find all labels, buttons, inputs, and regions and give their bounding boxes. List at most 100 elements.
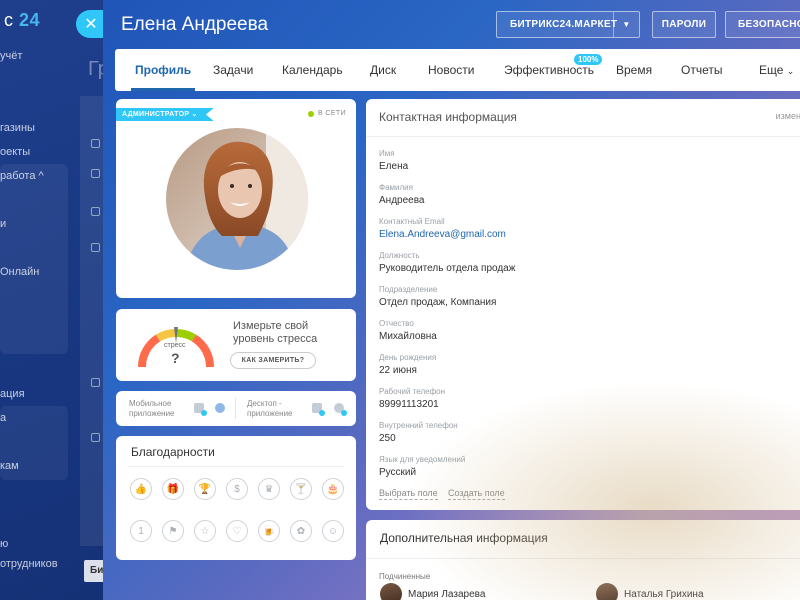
smile-icon[interactable]: ☺ [322,520,344,542]
flag-icon[interactable]: ⚑ [162,520,184,542]
sidebar-item[interactable]: учёт [0,50,22,62]
sidebar-item[interactable]: ация [0,388,25,400]
extra-title: Дополнительная информация [380,531,548,545]
subordinates-label: Подчиненные [379,572,431,581]
edit-contact-link[interactable]: измени [776,111,800,121]
field-value: Руководитель отдела продаж [379,263,516,274]
cup-icon[interactable]: 🏆 [194,478,216,500]
market-button[interactable]: БИТРИКС24.МАРКЕТ ▼ [496,11,640,38]
thumbs-up-icon[interactable]: 👍 [130,478,152,500]
crown-icon[interactable]: ♛ [258,478,280,500]
security-button[interactable]: БЕЗОПАСНОСТЬ [725,11,800,38]
windows-icon[interactable] [312,403,325,416]
field-label: Подразделение [379,285,438,294]
tab-reports[interactable]: Отчеты [681,49,722,91]
app-label: Мобильное [129,399,172,408]
thanks-card: Благодарности 👍 🎁 🏆 $ ♛ 🍸 🎂 1 ⚑ ☆ ♡ 🍺 ✿ … [116,436,356,560]
field-value: Отдел продаж, Компания [379,297,497,308]
chevron-down-icon[interactable]: ▼ [613,12,639,37]
sidebar-item[interactable]: оекты [0,146,30,158]
passwords-button[interactable]: ПАРОЛИ [652,11,716,38]
field-label: Имя [379,149,395,158]
role-label: АДМИНИСТРАТОР [122,111,190,118]
divider [366,558,800,559]
row-checkbox[interactable] [91,433,100,442]
avatar[interactable] [166,128,308,270]
appstore-icon[interactable] [215,403,225,413]
app-label: Десктоп - [247,399,282,408]
email-link[interactable]: Elena.Andreeva@gmail.com [379,229,506,240]
tab-label: Диск [370,63,397,77]
sidebar-group [0,164,68,354]
tab-tasks[interactable]: Задачи [213,49,253,91]
contact-title: Контактная информация [379,110,517,124]
row-checkbox[interactable] [91,378,100,387]
sidebar-item[interactable]: газины [0,122,35,134]
money-icon[interactable]: $ [226,478,248,500]
mobile-app-link[interactable]: Мобильное приложение [129,399,175,419]
measure-stress-button[interactable]: КАК ЗАМЕРИТЬ? [230,352,316,369]
sidebar-item[interactable]: кам [0,460,19,472]
role-badge[interactable]: АДМИНИСТРАТОР ⌄ [116,108,214,121]
stress-prompt-line: Измерьте свой [233,320,309,332]
online-status: В СЕТИ [307,110,346,117]
tab-calendar[interactable]: Календарь [282,49,343,91]
avatar-card: АДМИНИСТРАТОР ⌄ В СЕТИ [116,99,356,298]
tab-more[interactable]: Еще ⌄ [759,49,794,91]
portal-sidebar: учёт газины оекты работа ^ и Онлайн ация… [0,0,80,600]
flower-icon[interactable]: ✿ [290,520,312,542]
tab-label: Эффективность [504,63,595,77]
subordinate-name: Мария Лазарева [408,588,486,600]
online-dot-icon [307,110,314,117]
divider [128,466,344,467]
row-checkbox[interactable] [91,243,100,252]
desktop-app-link[interactable]: Десктоп - приложение [247,399,293,419]
field-value: Русский [379,467,417,478]
apple-icon[interactable] [334,403,347,416]
profile-slider: Елена Андреева БИТРИКС24.МАРКЕТ ▼ ПАРОЛИ… [103,0,800,600]
field-label: Язык для уведомлений [379,455,466,464]
tab-label: Задачи [213,63,254,77]
beer-icon[interactable]: 🍺 [258,520,280,542]
row-checkbox[interactable] [91,139,100,148]
choose-field-link[interactable]: Выбрать поле [379,488,438,500]
star-icon[interactable]: ☆ [194,520,216,542]
tab-disk[interactable]: Диск [370,49,396,91]
sidebar-item[interactable]: Онлайн [0,266,39,278]
tab-time[interactable]: Время [616,49,652,91]
apps-card: Мобильное приложение Десктоп - приложени… [116,391,356,426]
create-field-link[interactable]: Создать поле [448,488,505,500]
tab-efficiency[interactable]: Эффективность 100% [504,49,603,91]
tab-label: Профиль [135,63,192,77]
field-label: День рождения [379,353,437,362]
field-value: 250 [379,433,396,444]
android-icon[interactable] [194,403,207,416]
row-checkbox[interactable] [91,169,100,178]
avatar [380,583,402,600]
field-value: Михайловна [379,331,437,342]
number-one-icon[interactable]: 1 [130,520,152,542]
sidebar-item[interactable]: ю [0,538,8,550]
tab-news[interactable]: Новости [428,49,474,91]
subordinate-item[interactable]: Наталья Грихина [596,583,704,600]
gift-icon[interactable]: 🎁 [162,478,184,500]
divider [235,398,236,419]
heart-icon[interactable]: ♡ [226,520,248,542]
avatar [596,583,618,600]
sidebar-item[interactable]: отрудников [0,558,58,570]
row-checkbox[interactable] [91,207,100,216]
profile-name: Елена Андреева [121,14,269,35]
sidebar-item[interactable]: а [0,412,6,424]
stress-prompt: Измерьте свой уровень стресса [233,320,317,346]
sidebar-item[interactable]: работа ^ [0,170,44,182]
field-label: Внутренний телефон [379,421,458,430]
thanks-title: Благодарности [131,445,215,459]
tab-label: Отчеты [681,63,723,77]
sidebar-item[interactable]: и [0,218,6,230]
tab-profile[interactable]: Профиль [130,49,196,91]
close-slider-button[interactable]: ✕ [76,10,106,38]
avatar-photo [166,128,308,270]
cake-icon[interactable]: 🎂 [322,478,344,500]
subordinate-item[interactable]: Мария Лазарева [380,583,485,600]
drink-icon[interactable]: 🍸 [290,478,312,500]
